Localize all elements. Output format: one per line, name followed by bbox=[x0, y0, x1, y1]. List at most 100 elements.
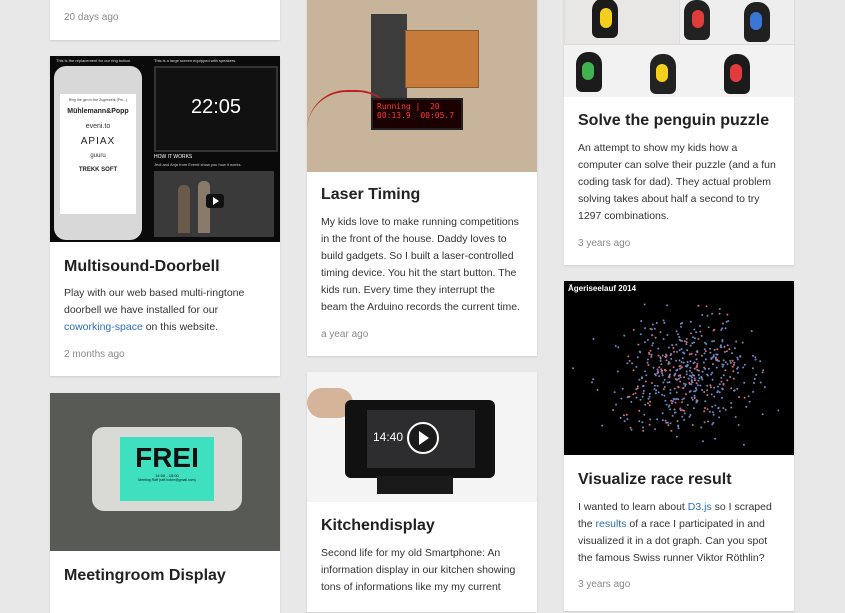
lcd-display: Running | 20 00:13.9 00:05.7 bbox=[371, 98, 463, 130]
race-dot bbox=[703, 391, 706, 393]
race-dot bbox=[706, 408, 709, 411]
kitchen-thumbnail[interactable]: 14:40 bbox=[307, 372, 537, 502]
race-dot bbox=[713, 348, 716, 351]
card-penguin-puzzle[interactable]: Solve the penguin puzzle An attempt to s… bbox=[564, 0, 794, 265]
race-dot bbox=[669, 408, 672, 411]
race-dot bbox=[664, 356, 667, 359]
doorbell-thumbnail[interactable]: This is the replacement for our ring but… bbox=[50, 56, 280, 242]
race-dot bbox=[649, 400, 652, 403]
race-dot bbox=[636, 356, 639, 359]
race-dot bbox=[724, 369, 727, 372]
race-dot bbox=[592, 338, 595, 340]
card-meetingroom-display[interactable]: FREI 14:00 - 15:00 Meeting Raff (raff.ho… bbox=[50, 393, 280, 613]
card-title[interactable]: Solve the penguin puzzle bbox=[578, 112, 769, 130]
race-dot bbox=[748, 400, 751, 403]
race-dot bbox=[673, 411, 676, 414]
penguin-thumbnail[interactable] bbox=[564, 0, 794, 97]
desc-text: I wanted to learn about bbox=[578, 501, 688, 513]
race-dot bbox=[648, 395, 651, 398]
video-thumbnail[interactable] bbox=[154, 171, 274, 237]
race-dot bbox=[686, 365, 688, 368]
race-dot bbox=[693, 328, 696, 331]
race-dot bbox=[667, 361, 670, 364]
card-title[interactable]: Multisound-Doorbell bbox=[64, 258, 220, 276]
race-dot bbox=[684, 393, 687, 396]
race-dot bbox=[620, 397, 623, 400]
race-dot bbox=[713, 395, 716, 398]
race-dot bbox=[591, 381, 593, 384]
race-dot bbox=[669, 369, 672, 372]
race-dot bbox=[723, 345, 726, 348]
race-dot bbox=[754, 356, 757, 359]
race-dot bbox=[689, 366, 692, 369]
race-dot bbox=[689, 390, 692, 393]
race-dot bbox=[683, 418, 686, 421]
race-dot bbox=[730, 387, 733, 390]
race-dot bbox=[646, 358, 649, 361]
race-dot bbox=[617, 346, 620, 349]
race-dot bbox=[704, 400, 707, 403]
card-title[interactable]: Laser Timing bbox=[321, 186, 420, 204]
race-dot bbox=[759, 381, 762, 384]
penguin-figure bbox=[656, 64, 668, 82]
card-kitchendisplay[interactable]: 14:40 Kitchendisplay Second life for my … bbox=[307, 372, 537, 612]
meetingroom-thumbnail[interactable]: FREI 14:00 - 15:00 Meeting Raff (raff.ho… bbox=[50, 393, 280, 551]
race-dot bbox=[623, 420, 626, 423]
race-dot bbox=[690, 332, 692, 335]
race-dot bbox=[741, 341, 744, 344]
card-title[interactable]: Kitchendisplay bbox=[321, 517, 435, 535]
race-dot bbox=[703, 421, 706, 424]
race-dot bbox=[662, 338, 665, 340]
race-dot bbox=[665, 353, 668, 356]
race-dot bbox=[694, 353, 697, 356]
race-dot bbox=[682, 351, 685, 354]
race-dot bbox=[695, 401, 698, 404]
race-dot bbox=[726, 344, 729, 347]
smartphone-image: 14:40 bbox=[345, 400, 495, 478]
play-icon[interactable] bbox=[206, 194, 224, 208]
race-dot bbox=[695, 366, 698, 369]
lcd-line-1: Running | 20 bbox=[377, 102, 440, 111]
results-link[interactable]: results bbox=[596, 518, 627, 530]
race-dot bbox=[625, 413, 628, 416]
race-dot bbox=[666, 381, 669, 384]
race-dot bbox=[656, 418, 659, 421]
race-dot bbox=[672, 347, 675, 349]
card-laser-timing[interactable]: Running | 20 00:13.9 00:05.7 Laser Timin… bbox=[307, 0, 537, 356]
card-description: Play with our web based multi-ringtone d… bbox=[64, 285, 266, 336]
video-people bbox=[178, 185, 190, 233]
race-dot bbox=[660, 368, 663, 371]
coworking-space-link[interactable]: coworking-space bbox=[64, 321, 143, 333]
race-dot bbox=[729, 359, 732, 362]
race-dot bbox=[721, 339, 724, 341]
card-description: I wanted to learn about D3.js so I scrap… bbox=[578, 499, 780, 567]
race-dot bbox=[626, 418, 629, 421]
race-dot bbox=[646, 338, 649, 341]
race-dot bbox=[676, 350, 678, 353]
card-description: Second life for my old Smartphone: An in… bbox=[321, 547, 516, 593]
card-top-left[interactable]: 20 days ago bbox=[50, 0, 280, 40]
card-visualize-race[interactable]: Ägeriseelauf 2014 Visualize race result … bbox=[564, 281, 794, 611]
race-dot bbox=[636, 385, 639, 388]
race-thumbnail[interactable]: Ägeriseelauf 2014 bbox=[564, 281, 794, 455]
race-dot bbox=[698, 325, 701, 327]
play-icon[interactable] bbox=[407, 422, 439, 454]
card-multisound-doorbell[interactable]: This is the replacement for our ring but… bbox=[50, 56, 280, 376]
card-title[interactable]: Meetingroom Display bbox=[64, 567, 226, 585]
race-dot bbox=[675, 391, 678, 394]
race-dot bbox=[689, 344, 692, 347]
d3js-link[interactable]: D3.js bbox=[688, 501, 712, 513]
race-dot bbox=[698, 377, 701, 380]
race-dot bbox=[722, 407, 725, 410]
laser-thumbnail[interactable]: Running | 20 00:13.9 00:05.7 bbox=[307, 0, 537, 172]
card-age: 3 years ago bbox=[578, 579, 631, 590]
race-dot bbox=[707, 326, 710, 329]
race-dot bbox=[666, 334, 669, 336]
card-description: An attempt to show my kids how a compute… bbox=[578, 142, 776, 222]
race-dot bbox=[690, 371, 693, 374]
race-dot bbox=[670, 357, 673, 360]
race-dot bbox=[701, 370, 704, 373]
race-dot bbox=[613, 391, 616, 394]
race-dot bbox=[684, 385, 687, 387]
card-title[interactable]: Visualize race result bbox=[578, 471, 732, 489]
